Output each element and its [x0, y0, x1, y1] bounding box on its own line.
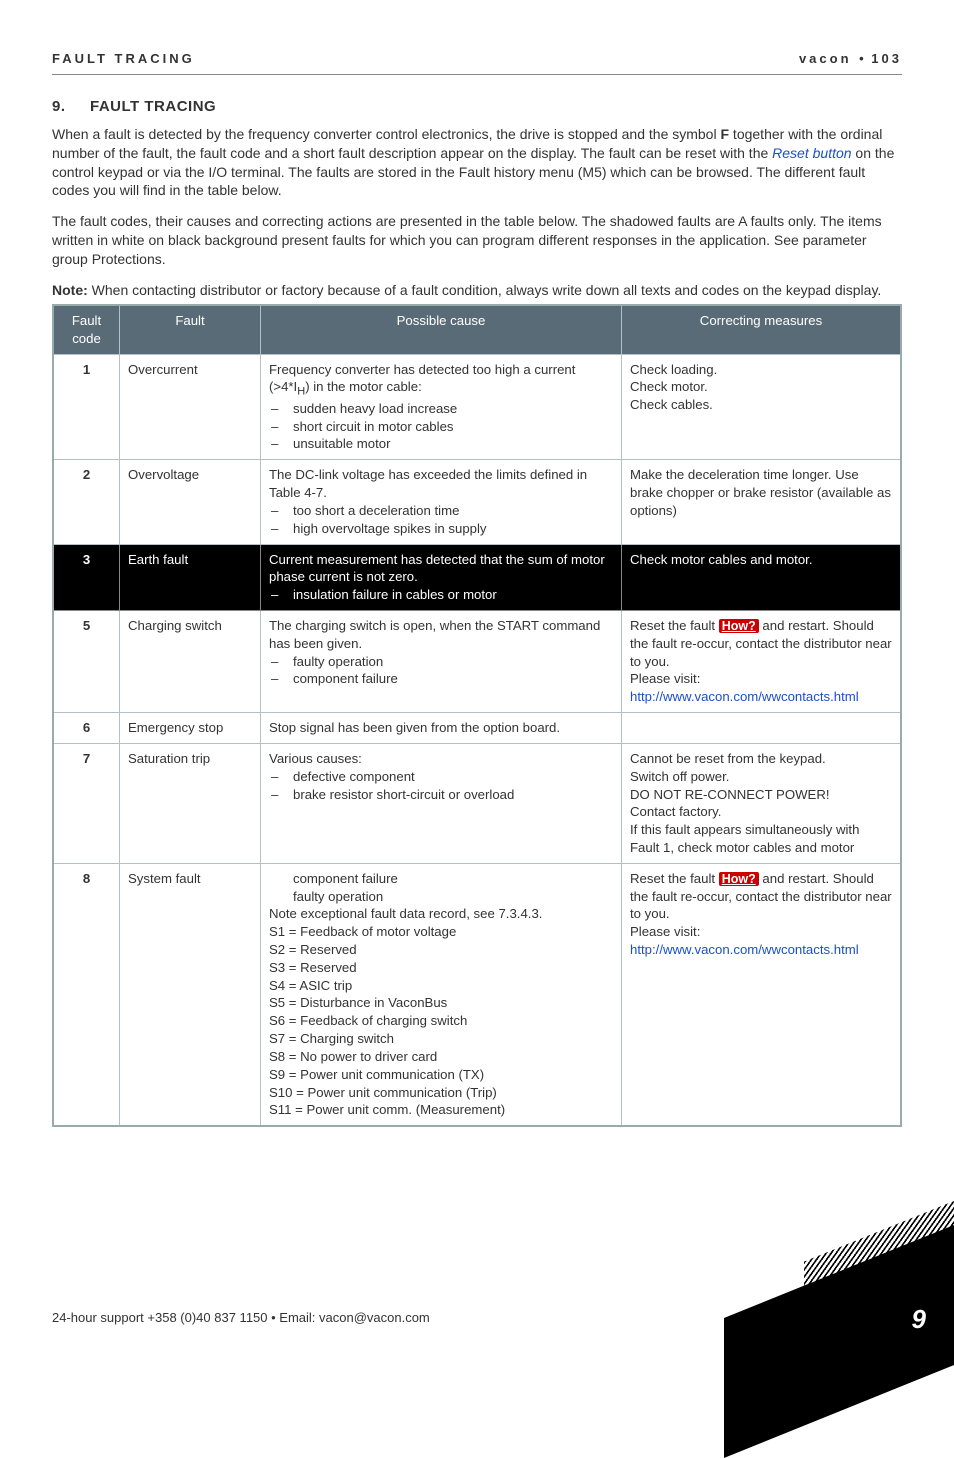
intro-note: Note: When contacting distributor or fac…	[52, 281, 902, 300]
table-row: 7 Saturation trip Various causes: defect…	[53, 743, 901, 863]
col-header-fix: Correcting measures	[622, 305, 902, 354]
contacts-link[interactable]: http://www.vacon.com/wwcontacts.html	[630, 688, 892, 706]
how-badge[interactable]: How?	[719, 872, 759, 886]
table-row: 3 Earth fault Current measurement has de…	[53, 544, 901, 610]
header-left: FAULT TRACING	[52, 50, 195, 68]
table-row: 1 Overcurrent Frequency converter has de…	[53, 354, 901, 460]
table-row: 2 Overvoltage The DC-link voltage has ex…	[53, 460, 901, 544]
header-right: vacon • 103	[799, 50, 902, 68]
intro-para-1: When a fault is detected by the frequenc…	[52, 125, 902, 201]
table-row: 8 System fault component failure faulty …	[53, 863, 901, 1126]
how-badge[interactable]: How?	[719, 619, 759, 633]
page-header: FAULT TRACING vacon • 103	[52, 50, 902, 75]
col-header-cause: Possible cause	[261, 305, 622, 354]
page-number: 9	[912, 1302, 926, 1337]
reset-button-ref: Reset button	[772, 145, 851, 161]
intro-para-2: The fault codes, their causes and correc…	[52, 212, 902, 269]
table-header-row: Fault code Fault Possible cause Correcti…	[53, 305, 901, 354]
contacts-link[interactable]: http://www.vacon.com/wwcontacts.html	[630, 941, 892, 959]
table-row: 5 Charging switch The charging switch is…	[53, 610, 901, 712]
col-header-name: Fault	[120, 305, 261, 354]
col-header-code: Fault code	[53, 305, 120, 354]
fault-table: Fault code Fault Possible cause Correcti…	[52, 304, 902, 1127]
section-heading: 9.FAULT TRACING	[52, 97, 902, 117]
table-row: 6 Emergency stop Stop signal has been gi…	[53, 713, 901, 744]
